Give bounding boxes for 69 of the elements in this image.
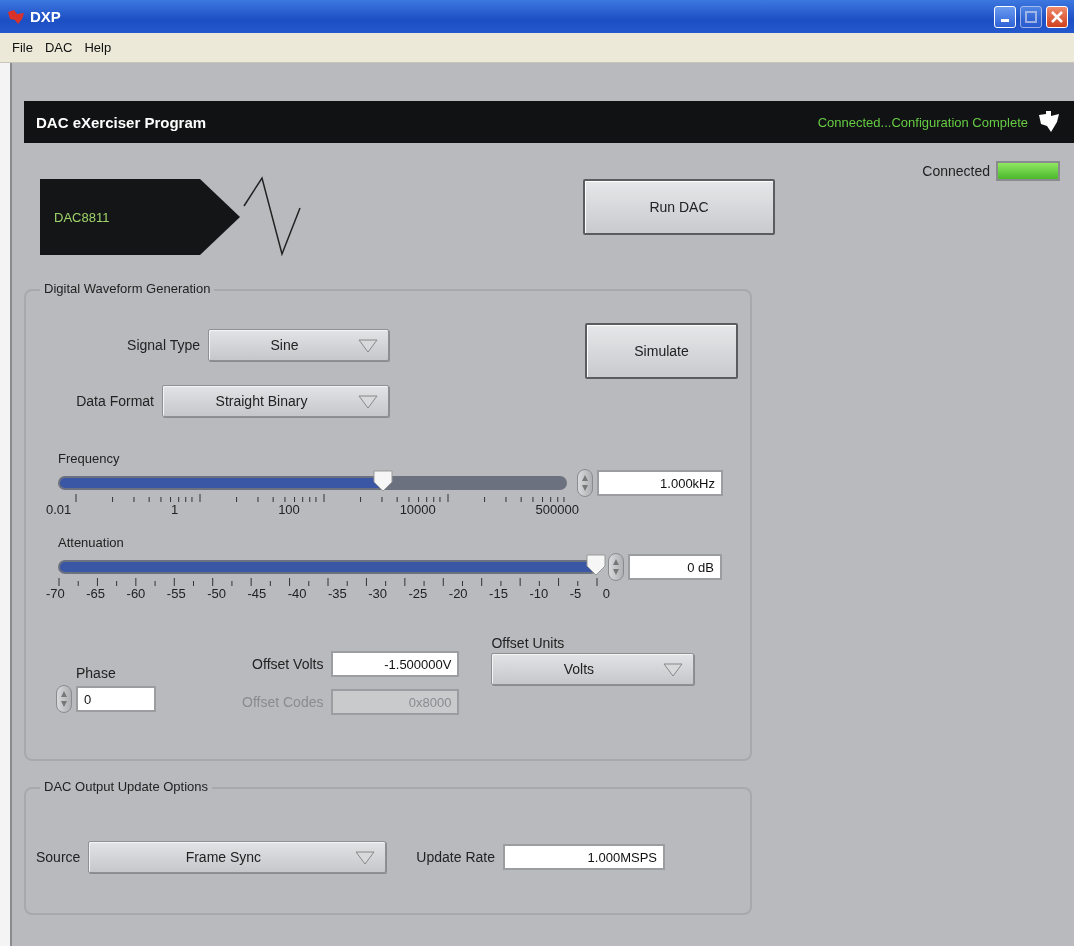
logo-icon (6, 7, 26, 26)
menu-item[interactable]: File (6, 38, 39, 57)
field-label: Offset Volts (252, 656, 324, 672)
caret-icon (358, 339, 378, 353)
field-label: Phase (76, 665, 117, 681)
slider-label: Attenuation (58, 535, 125, 550)
menu-item[interactable]: DAC (38, 38, 79, 57)
close-button[interactable] (1046, 5, 1068, 28)
zigzag-icon (242, 176, 302, 256)
caret-icon (355, 851, 376, 865)
program-title: DAC eXerciser Program (36, 113, 208, 131)
scale-label: -20 (448, 586, 468, 601)
offset-volts-field[interactable]: -1.500000V (331, 651, 460, 677)
simulate-button[interactable]: Simulate (585, 323, 738, 379)
run-dac-button[interactable]: Run DAC (583, 179, 775, 235)
group-title: Digital Waveform Generation (40, 281, 215, 296)
close-icon (1051, 10, 1063, 23)
field-label: Source (36, 849, 81, 865)
menu-item[interactable]: Help (78, 38, 118, 57)
field-label: Data Format (76, 393, 154, 409)
minimize-icon (1001, 19, 1009, 22)
offset-units-dropdown[interactable]: Volts (491, 653, 695, 685)
scale-label: -70 (46, 586, 65, 601)
group-title: DAC Output Update Options (40, 779, 213, 794)
field-label: Signal Type (127, 337, 200, 353)
scale-label: -15 (489, 586, 508, 601)
scale-label: -50 (207, 586, 226, 601)
logo-icon (1036, 110, 1062, 134)
window-title: DXP (30, 8, 62, 25)
slider-thumb[interactable] (586, 554, 606, 576)
spinner-arrows-icon[interactable] (577, 469, 593, 497)
source-dropdown[interactable]: Frame Sync (88, 841, 387, 873)
device-name: DAC8811 (54, 209, 110, 225)
scale-label: 0.01 (46, 502, 72, 517)
slider-thumb[interactable] (373, 470, 394, 492)
value-field[interactable]: 1.000kHz (597, 470, 723, 496)
signal-type-dropdown[interactable]: Sine (208, 329, 389, 361)
scale-label: -35 (327, 586, 347, 601)
scale-label: -10 (529, 586, 549, 601)
status-text: Connected...Configuration Complete (817, 114, 1028, 130)
scale-label: 0 (602, 586, 610, 601)
scale-label: 10000 (399, 502, 436, 517)
maximize-button[interactable] (1020, 5, 1042, 28)
caret-icon (358, 395, 378, 409)
scale-label: -25 (408, 586, 428, 601)
spinner-arrows-icon[interactable] (608, 553, 624, 581)
slider-track[interactable] (58, 476, 567, 490)
slider-label: Frequency (58, 451, 121, 466)
data-format-dropdown[interactable]: Straight Binary (162, 385, 389, 417)
scale-label: -30 (368, 586, 388, 601)
update-rate-field[interactable]: 1.000MSPS (502, 844, 665, 870)
phase-field[interactable]: 0 (76, 686, 156, 712)
scale-label: -65 (86, 586, 106, 601)
caret-icon (663, 663, 684, 677)
scale-label: 1 (171, 502, 179, 517)
scale-label: 100 (278, 502, 300, 517)
scale-label: -40 (287, 586, 307, 601)
field-label: Offset Units (491, 635, 566, 651)
maximize-icon (1025, 10, 1037, 23)
scale-label: 500000 (535, 502, 579, 517)
indicator-label: Connected (922, 163, 990, 179)
scale-label: -60 (126, 586, 146, 601)
scale-label: -55 (166, 586, 186, 601)
value-field[interactable]: 0 dB (628, 554, 722, 580)
field-label: Update Rate (416, 849, 495, 865)
scale-label: -45 (247, 586, 267, 601)
spinner-arrows-icon[interactable] (56, 685, 72, 713)
minimize-button[interactable] (994, 5, 1016, 28)
scale-label: -5 (569, 586, 582, 601)
